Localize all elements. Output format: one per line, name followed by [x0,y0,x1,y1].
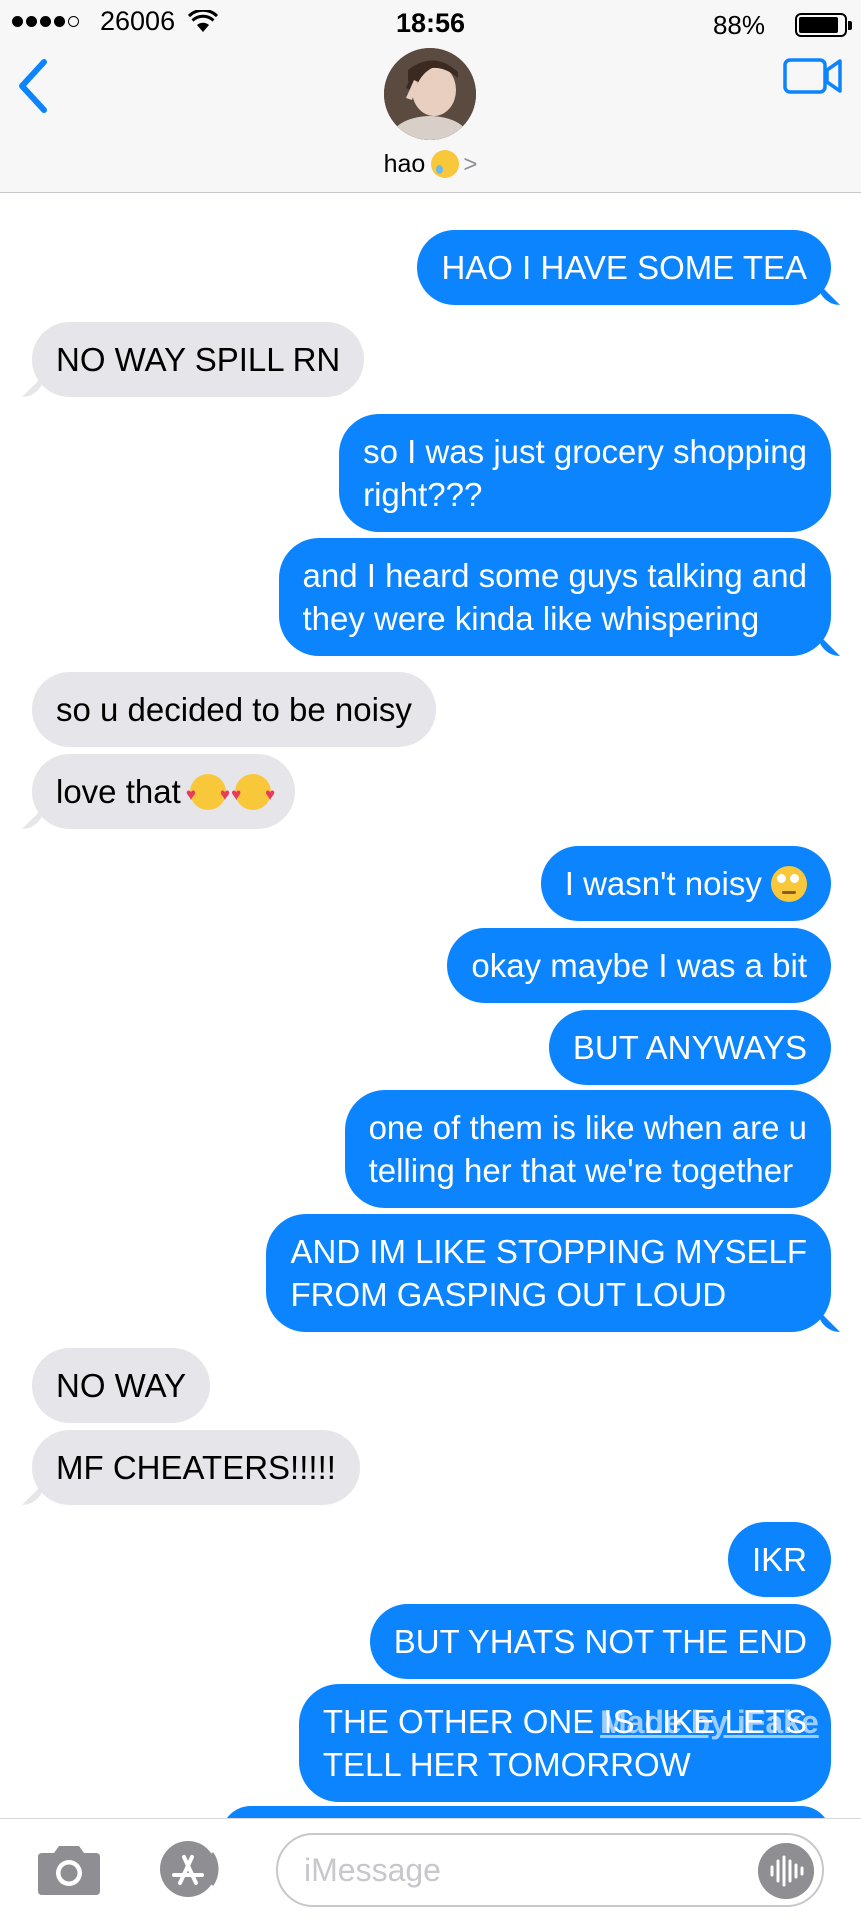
status-bar: 26006 18:56 88% [0,0,861,44]
avatar-photo [384,48,476,140]
camera-icon[interactable] [34,1843,104,1897]
message-bubble-sent[interactable]: okay maybe I was a bit [447,928,831,1003]
message-bubble-sent[interactable]: IKR [727,1522,831,1597]
message-bubble-received[interactable]: love that [32,754,296,829]
audio-waveform-icon[interactable] [758,1843,814,1899]
message-bubble-received[interactable]: so u decided to be noisy [32,672,436,747]
message-bubble-sent[interactable]: HAO I HAVE SOME TEA [417,230,831,305]
contact-avatar[interactable] [384,48,476,140]
message-bubble-sent[interactable]: one of them is like when are u telling he… [344,1090,831,1208]
sneezing-face-emoji-icon [431,150,460,178]
wifi-icon [188,10,218,32]
smiling-face-with-hearts-icon [186,773,230,816]
contact-name: hao [383,150,426,178]
message-bubble-received[interactable]: MF CHEATERS!!!!! [32,1430,360,1505]
battery-percentage: 88% [712,10,765,40]
message-bubble-received[interactable]: NO WAY [32,1348,211,1423]
signal-strength-icon [12,16,79,27]
battery-level [799,17,838,33]
message-input-bar [0,1818,861,1921]
app-store-icon[interactable] [150,1839,230,1899]
message-bubble-sent[interactable]: THE OTHER ONE IS LIKE LETS TELL HER TOMOR… [298,1684,831,1802]
carrier-name: 26006 [100,6,176,36]
message-bubble-sent[interactable]: BUT ANYWAYS [548,1010,831,1085]
message-bubble-sent[interactable]: BUT YHATS NOT THE END [369,1604,831,1679]
message-bubble-received[interactable]: NO WAY SPILL RN [32,322,365,397]
video-call-button[interactable] [783,56,843,96]
message-bubble-sent[interactable]: I wasn't noisy [540,846,831,921]
message-bubble-sent-partial[interactable] [221,1806,831,1818]
chevron-right-icon: > [463,151,478,178]
conversation-header: 26006 18:56 88% hao > [0,0,861,193]
battery-icon [795,13,852,37]
message-bubble-sent[interactable]: AND IM LIKE STOPPING MYSELF FROM GASPING … [266,1214,831,1332]
smiling-face-with-hearts-icon [231,773,275,816]
message-bubble-sent[interactable]: and I heard some guys talking and they we… [278,538,831,656]
message-thread[interactable]: HAO I HAVE SOME TEA NO WAY SPILL RN so I… [0,192,861,1818]
message-bubble-sent[interactable]: so I was just grocery shopping right??? [339,414,831,532]
back-button[interactable] [14,56,54,116]
contact-name-button[interactable]: hao > [0,150,861,179]
watermark: Made by iFake [600,1704,819,1740]
face-with-rolling-eyes-icon [771,866,807,902]
imessage-input[interactable] [276,1833,824,1907]
